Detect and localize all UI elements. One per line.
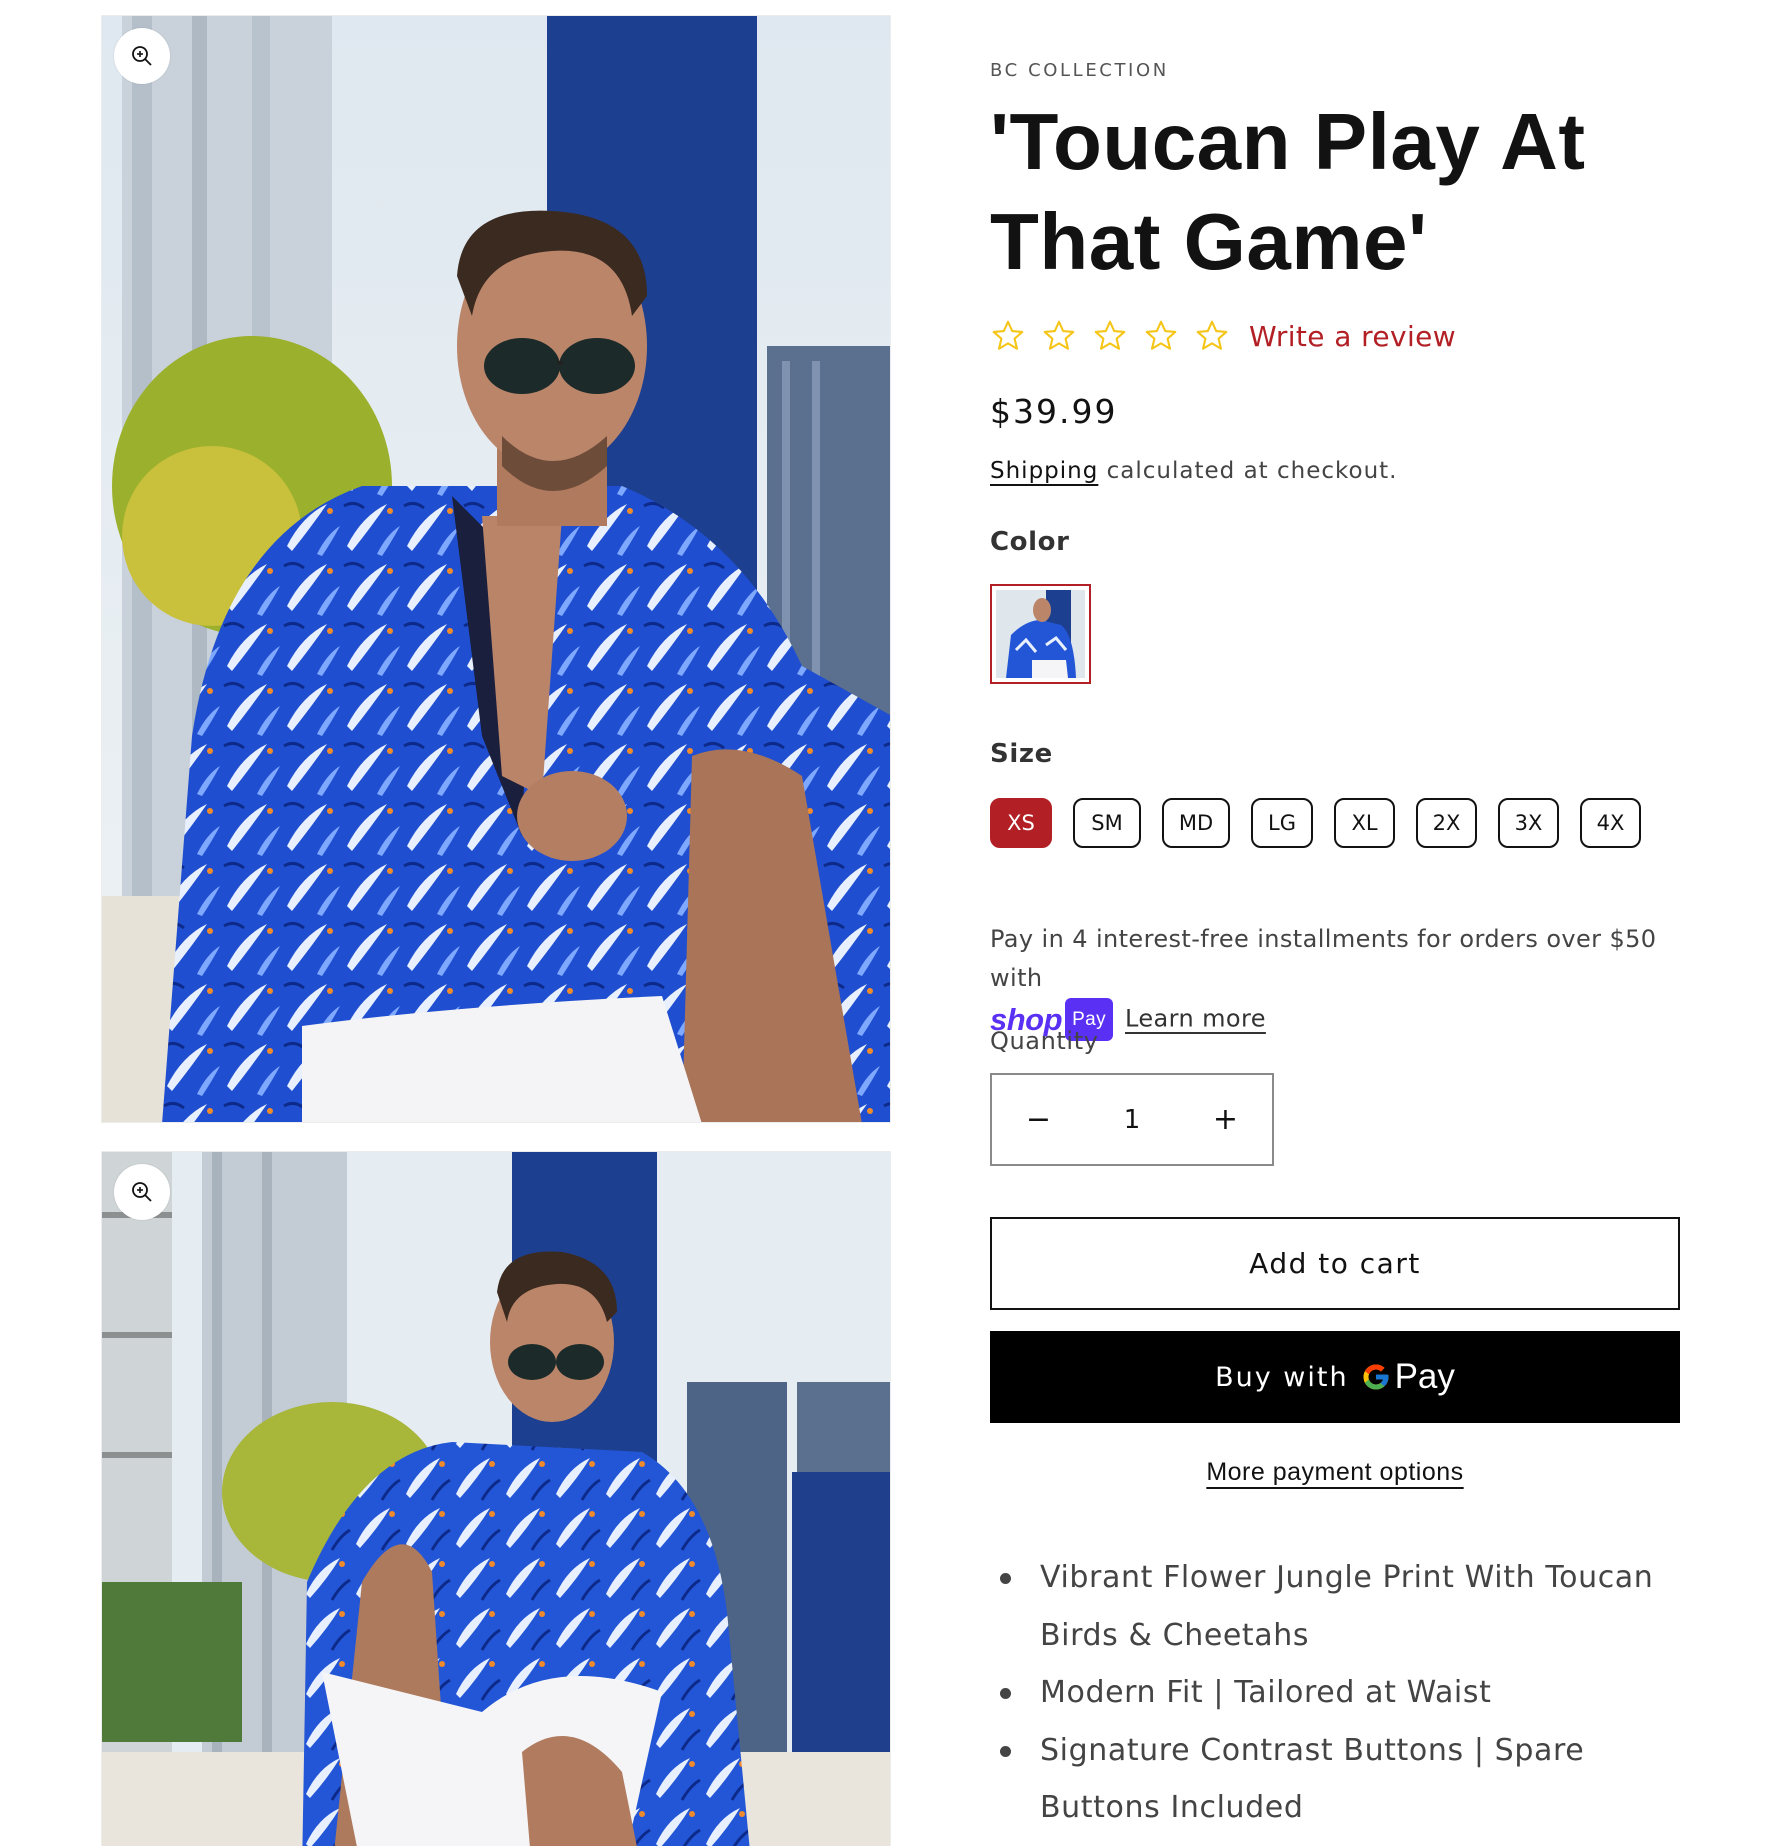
shipping-note: Shipping calculated at checkout. — [990, 458, 1398, 484]
star-outline-icon[interactable] — [1194, 318, 1230, 354]
star-outline-icon[interactable] — [1143, 318, 1179, 354]
size-option-3x[interactable]: 3X — [1498, 798, 1559, 848]
write-review-link[interactable]: Write a review — [1249, 320, 1456, 353]
feature-list: Vibrant Flower Jungle Print With Toucan … — [1000, 1549, 1680, 1837]
swatch-thumbnail — [996, 590, 1085, 678]
product-image-2[interactable] — [101, 1151, 891, 1846]
buy-with-gpay-button[interactable]: Buy with Pay — [990, 1331, 1680, 1423]
size-option-lg[interactable]: LG — [1251, 798, 1313, 848]
color-swatch-selected[interactable] — [990, 584, 1091, 684]
size-label: Size — [990, 739, 1053, 769]
swatch-image — [996, 590, 1085, 678]
size-option-xs[interactable]: XS — [990, 798, 1052, 848]
feature-item: Vibrant Flower Jungle Print With Toucan … — [1000, 1549, 1680, 1664]
product-title: 'Toucan Play At That Game' — [990, 97, 1586, 286]
feature-item: Signature Contrast Buttons | Spare Butto… — [1000, 1722, 1680, 1837]
gpay-word: Pay — [1394, 1357, 1455, 1396]
zoom-button-2[interactable] — [114, 1164, 170, 1220]
zoom-in-icon — [132, 1182, 152, 1202]
star-outline-icon[interactable] — [1041, 318, 1077, 354]
add-to-cart-button[interactable]: Add to cart — [990, 1217, 1680, 1310]
quantity-stepper: − + — [990, 1073, 1274, 1166]
star-outline-icon[interactable] — [1092, 318, 1128, 354]
shipping-link[interactable]: Shipping — [990, 458, 1098, 484]
installments-banner: Pay in 4 interest-free installments for … — [990, 920, 1670, 1041]
product-photo-2 — [102, 1152, 890, 1846]
product-photo-1 — [102, 16, 890, 1122]
size-option-xl[interactable]: XL — [1334, 798, 1395, 848]
star-outline-icon[interactable] — [990, 318, 1026, 354]
size-option-4x[interactable]: 4X — [1580, 798, 1641, 848]
size-option-md[interactable]: MD — [1162, 798, 1230, 848]
buy-with-text: Buy with — [1215, 1361, 1349, 1393]
quantity-label: Quantity — [990, 1027, 1099, 1055]
quantity-increase-button[interactable]: + — [1179, 1075, 1272, 1164]
plus-icon: + — [1212, 1102, 1239, 1137]
product-vendor: BC COLLECTION — [990, 60, 1169, 81]
google-g-icon — [1363, 1364, 1389, 1390]
product-image-1[interactable] — [101, 15, 891, 1123]
learn-more-link[interactable]: Learn more — [1125, 1005, 1266, 1033]
product-price: $39.99 — [990, 392, 1118, 431]
more-payment-options-link[interactable]: More payment options — [1206, 1458, 1463, 1486]
feature-item: Modern Fit | Tailored at Waist — [1000, 1664, 1680, 1722]
installments-text: Pay in 4 interest-free installments for … — [990, 925, 1657, 992]
zoom-button-1[interactable] — [114, 28, 170, 84]
size-option-2x[interactable]: 2X — [1416, 798, 1477, 848]
size-option-sm[interactable]: SM — [1073, 798, 1141, 848]
quantity-input[interactable] — [1085, 1075, 1179, 1164]
shipping-text: calculated at checkout. — [1098, 458, 1398, 484]
size-options: XS SM MD LG XL 2X 3X 4X — [990, 798, 1662, 848]
minus-icon: − — [1025, 1102, 1052, 1137]
quantity-decrease-button[interactable]: − — [992, 1075, 1085, 1164]
zoom-in-icon — [132, 46, 152, 66]
more-payment-options: More payment options — [990, 1458, 1680, 1487]
rating-row: Write a review — [990, 318, 1456, 354]
color-label: Color — [990, 527, 1070, 557]
